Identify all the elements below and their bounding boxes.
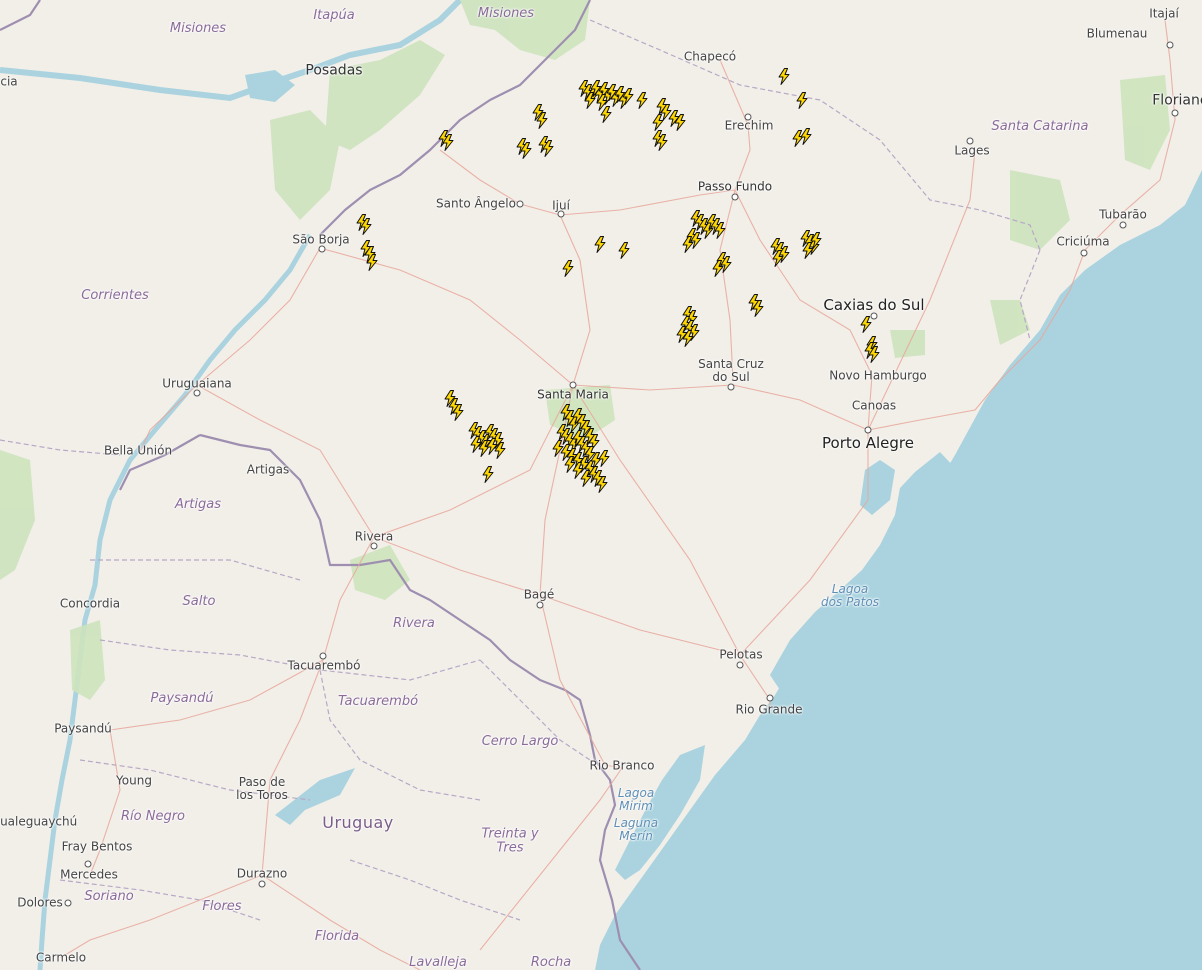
lightning-bolt-icon[interactable] <box>796 92 808 109</box>
lightning-bolt-icon[interactable] <box>600 106 612 123</box>
city-dot <box>536 601 544 609</box>
lightning-bolt-icon[interactable] <box>712 260 724 277</box>
city-dot <box>736 661 744 669</box>
lightning-bolt-icon[interactable] <box>482 466 494 483</box>
lightning-bolt-icon[interactable] <box>622 88 634 105</box>
lightning-bolt-icon[interactable] <box>636 92 648 109</box>
city-dot <box>1166 41 1174 49</box>
city-dot <box>1080 249 1088 257</box>
city-dot <box>1171 109 1179 117</box>
lightning-bolt-icon[interactable] <box>442 134 454 151</box>
city-dot <box>731 193 739 201</box>
lightning-bolt-icon[interactable] <box>682 330 694 347</box>
city-dot <box>516 200 524 208</box>
lightning-bolt-icon[interactable] <box>596 476 608 493</box>
lightning-bolt-icon[interactable] <box>868 346 880 363</box>
lightning-map[interactable]: Itapúa Misiones Misiones Posadas Chapecó… <box>0 0 1202 970</box>
lightning-bolt-icon[interactable] <box>800 128 812 145</box>
lightning-bolt-icon[interactable] <box>536 112 548 129</box>
city-dot <box>84 860 92 868</box>
lightning-bolt-icon[interactable] <box>652 114 664 131</box>
lightning-bolt-icon[interactable] <box>562 260 574 277</box>
lightning-bolt-icon[interactable] <box>682 236 694 253</box>
city-dot <box>258 880 266 888</box>
lightning-bolt-icon[interactable] <box>366 254 378 271</box>
lightning-bolt-icon[interactable] <box>520 142 532 159</box>
lightning-bolt-icon[interactable] <box>360 218 372 235</box>
lightning-bolt-icon[interactable] <box>778 68 790 85</box>
lightning-bolt-icon[interactable] <box>772 250 784 267</box>
city-dot <box>744 113 752 121</box>
lightning-bolt-icon[interactable] <box>752 300 764 317</box>
city-dot <box>193 389 201 397</box>
city-dot <box>557 210 565 218</box>
lightning-bolt-icon[interactable] <box>656 134 668 151</box>
lightning-bolt-icon[interactable] <box>618 242 630 259</box>
city-dot <box>766 694 774 702</box>
city-dot <box>319 652 327 660</box>
lightning-bolt-icon[interactable] <box>452 404 464 421</box>
lightning-bolt-icon[interactable] <box>810 232 822 249</box>
lightning-bolt-icon[interactable] <box>594 236 606 253</box>
lightning-bolt-icon[interactable] <box>598 450 610 467</box>
city-dot <box>64 899 72 907</box>
lightning-bolt-icon[interactable] <box>564 456 576 473</box>
city-dot <box>1119 221 1127 229</box>
city-dot <box>727 383 735 391</box>
city-dot <box>370 542 378 550</box>
lightning-bolt-icon[interactable] <box>542 140 554 157</box>
lightning-bolt-icon[interactable] <box>584 92 596 109</box>
lightning-bolt-icon[interactable] <box>494 442 506 459</box>
lightning-bolt-icon[interactable] <box>714 222 726 239</box>
city-dot <box>569 381 577 389</box>
lightning-bolt-icon[interactable] <box>860 316 872 333</box>
city-dot <box>864 426 872 434</box>
lightning-bolt-icon[interactable] <box>674 114 686 131</box>
city-dot <box>966 137 974 145</box>
city-dot <box>318 245 326 253</box>
